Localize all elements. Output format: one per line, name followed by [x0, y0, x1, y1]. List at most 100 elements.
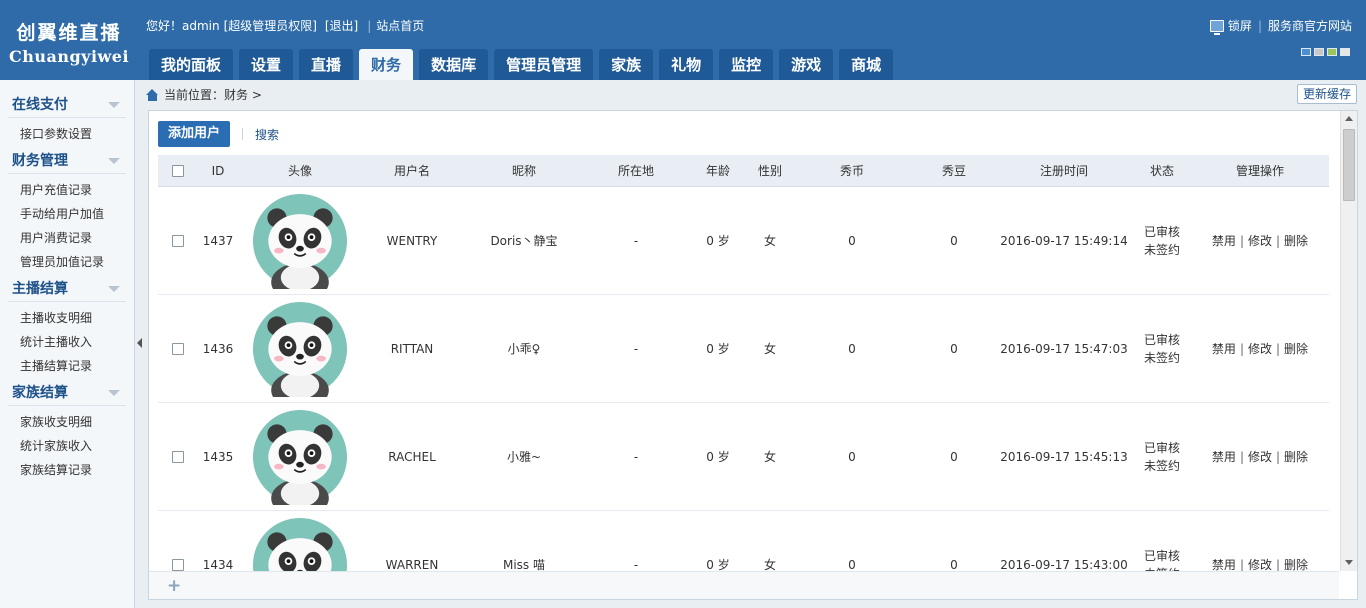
cell-status: 已审核未签约: [1134, 187, 1190, 294]
edit-link[interactable]: 修改: [1248, 232, 1272, 249]
cell-reg_time: 2016-09-17 15:43:00: [1000, 557, 1128, 572]
column-header: 头像: [287, 164, 312, 178]
sidebar-item[interactable]: 主播收支明细: [0, 306, 134, 330]
sidebar-group-title[interactable]: 主播结算: [8, 276, 126, 302]
cell-location: -: [633, 341, 639, 356]
chevron-down-icon[interactable]: [108, 158, 120, 164]
delete-link[interactable]: 删除: [1284, 448, 1308, 465]
add-row-icon[interactable]: +: [167, 578, 181, 595]
nav-tab[interactable]: 设置: [239, 49, 294, 80]
divider: |: [1239, 233, 1244, 248]
cell-chk[interactable]: [158, 511, 198, 571]
nav-tab[interactable]: 家族: [599, 49, 654, 80]
sidebar-item[interactable]: 家族结算记录: [0, 458, 134, 482]
sidebar-item[interactable]: 管理员加值记录: [0, 250, 134, 274]
sidebar-item[interactable]: 统计家族收入: [0, 434, 134, 458]
column-header: 秀豆: [941, 164, 966, 178]
chevron-down-icon[interactable]: [108, 390, 120, 396]
disable-link[interactable]: 禁用: [1212, 448, 1236, 465]
row-checkbox[interactable]: [172, 558, 184, 571]
sidebar-item[interactable]: 用户消费记录: [0, 226, 134, 250]
nav-tab[interactable]: 监控: [719, 49, 774, 80]
cell-chk[interactable]: [158, 187, 198, 294]
delete-link[interactable]: 删除: [1284, 556, 1308, 571]
scroll-down-icon[interactable]: [1345, 560, 1353, 565]
cell-id: 1436: [202, 341, 234, 356]
nav-tab[interactable]: 游戏: [779, 49, 834, 80]
cell-beans: 0: [950, 557, 958, 572]
site-home-link[interactable]: 站点首页: [376, 19, 424, 33]
cell-avatar: [238, 187, 362, 294]
edit-link[interactable]: 修改: [1248, 448, 1272, 465]
sidebar-group-title[interactable]: 家族结算: [8, 380, 126, 406]
collapse-arrow-icon[interactable]: [135, 334, 145, 352]
sidebar-item[interactable]: 手动给用户加值: [0, 202, 134, 226]
nav-tab[interactable]: 数据库: [419, 49, 489, 80]
sidebar-group-title[interactable]: 在线支付: [8, 92, 126, 118]
edit-link[interactable]: 修改: [1248, 340, 1272, 357]
nav-tab[interactable]: 直播: [299, 49, 354, 80]
disable-link[interactable]: 禁用: [1212, 340, 1236, 357]
nav-tab[interactable]: 礼物: [659, 49, 714, 80]
vertical-scrollbar[interactable]: [1340, 111, 1357, 571]
edit-link[interactable]: 修改: [1248, 556, 1272, 571]
provider-site-link[interactable]: 服务商官方网站: [1268, 17, 1352, 34]
nav-tab[interactable]: 财务: [359, 49, 414, 80]
sidebar-group-label: 在线支付: [12, 97, 68, 113]
lock-screen-link[interactable]: 锁屏: [1228, 17, 1252, 34]
nav-tab[interactable]: 我的面板: [149, 49, 234, 80]
table-row: 1435 RACHEL 小雅~ - 0 岁 女 0 0 2016-09-17 15:45:13…: [158, 403, 1329, 511]
table-row: 1437 WENTRY Doris丶静宝 - 0 岁 女 0 0 2016-09-17 15:…: [158, 187, 1329, 295]
cell-coins: 0: [848, 557, 856, 572]
divider: |: [1276, 557, 1281, 572]
breadcrumb-label: 当前位置：: [164, 88, 225, 102]
row-checkbox[interactable]: [172, 450, 184, 463]
cell-chk[interactable]: [158, 295, 198, 402]
refresh-cache-button[interactable]: 更新缓存: [1296, 84, 1357, 104]
sidebar-item[interactable]: 主播结算记录: [0, 354, 134, 378]
sidebar-group-title[interactable]: 财务管理: [8, 148, 126, 174]
select-all-checkbox[interactable]: [172, 164, 184, 177]
delete-link[interactable]: 删除: [1284, 340, 1308, 357]
sidebar-group-items: 用户充值记录 手动给用户加值 用户消费记录 管理员加值记录: [0, 174, 134, 276]
cell-actions: 禁用 | 修改 | 删除: [1190, 187, 1329, 294]
row-checkbox[interactable]: [172, 234, 184, 247]
lock-icon[interactable]: [1209, 19, 1224, 35]
cell-status: 已审核未签约: [1134, 403, 1190, 510]
skin-swatch[interactable]: [1327, 48, 1337, 56]
scrollbar-thumb[interactable]: [1343, 129, 1355, 201]
avatar: [252, 517, 348, 571]
delete-link[interactable]: 删除: [1284, 232, 1308, 249]
disable-link[interactable]: 禁用: [1212, 556, 1236, 571]
cell-avatar: [238, 295, 362, 402]
chevron-down-icon[interactable]: [108, 102, 120, 108]
skin-swatch[interactable]: [1340, 48, 1350, 56]
chevron-down-icon[interactable]: [108, 286, 120, 292]
cell-age: 0 岁: [706, 558, 730, 571]
skin-swatch[interactable]: [1301, 48, 1311, 56]
sidebar-item[interactable]: 统计主播收入: [0, 330, 134, 354]
home-icon: [146, 89, 159, 101]
column-header: 状态: [1149, 164, 1174, 178]
add-user-button[interactable]: 添加用户: [158, 121, 231, 147]
sidebar-item[interactable]: 接口参数设置: [0, 122, 134, 146]
search-link[interactable]: 搜索: [255, 126, 279, 143]
cell-username: WENTRY: [386, 233, 438, 248]
nav-tab[interactable]: 管理员管理: [494, 49, 594, 80]
column-header: 用户名: [393, 164, 430, 178]
cell-avatar: [238, 403, 362, 510]
nav-tab[interactable]: 商城: [839, 49, 894, 80]
sidebar-item[interactable]: 用户充值记录: [0, 178, 134, 202]
disable-link[interactable]: 禁用: [1212, 232, 1236, 249]
sidebar-item[interactable]: 家族收支明细: [0, 410, 134, 434]
skin-swatch[interactable]: [1314, 48, 1324, 56]
logout-link[interactable]: [退出]: [325, 19, 358, 33]
divider: |: [1257, 18, 1262, 33]
column-header[interactable]: [158, 155, 198, 186]
cell-chk[interactable]: [158, 403, 198, 510]
row-checkbox[interactable]: [172, 342, 184, 355]
status-review: 已审核: [1143, 332, 1180, 347]
scroll-up-icon[interactable]: [1345, 116, 1353, 121]
toolbar: 添加用户 搜索: [158, 121, 279, 147]
sidebar-group-items: 主播收支明细 统计主播收入 主播结算记录: [0, 302, 134, 380]
